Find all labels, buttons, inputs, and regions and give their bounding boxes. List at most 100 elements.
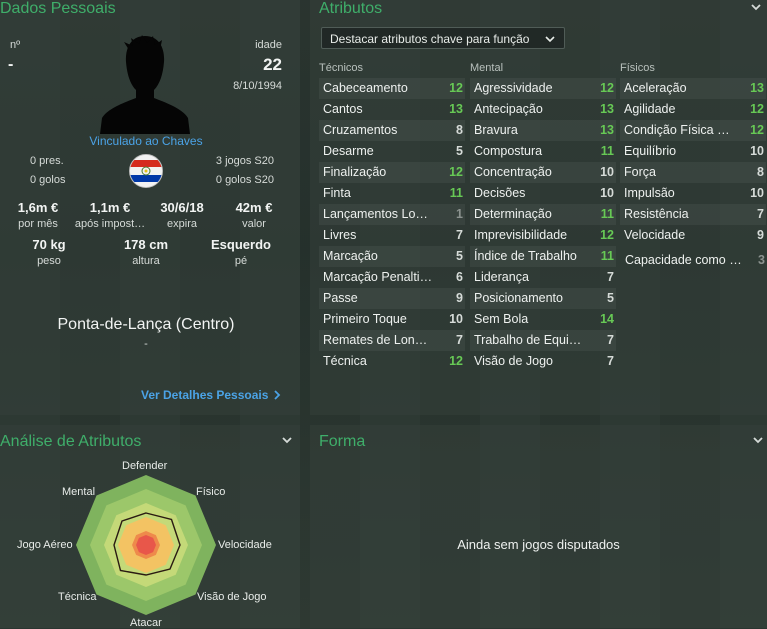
attr-name: Cantos	[323, 102, 363, 116]
release-value: 1,1m €	[89, 200, 131, 215]
attribute-row[interactable]: Cruzamentos 8	[319, 120, 465, 141]
attr-name: Finta	[323, 186, 351, 200]
attr-name: Cabeceamento	[323, 81, 408, 95]
attribute-row[interactable]: Desarme 5	[319, 141, 465, 162]
collapse-button[interactable]	[749, 0, 763, 14]
dropdown-label: Destacar atributos chave para função	[330, 32, 530, 46]
attr-name: Sem Bola	[474, 312, 529, 326]
attr-name: Resistência	[624, 207, 689, 221]
attribute-row[interactable]: Liderança 7	[470, 267, 616, 288]
attribute-row[interactable]: Trabalho de Equi… 7	[470, 330, 616, 351]
attr-name: Bravura	[474, 123, 518, 137]
attr-value: 7	[456, 228, 463, 242]
attribute-row[interactable]: Agilidade 12	[620, 99, 766, 120]
chevron-down-icon	[545, 36, 555, 43]
attribute-row[interactable]: Força 8	[620, 162, 766, 183]
highlight-role-dropdown[interactable]: Destacar atributos chave para função	[321, 27, 565, 49]
attribute-row[interactable]: Visão de Jogo 7	[470, 351, 616, 372]
attribute-row[interactable]: Posicionamento 5	[470, 288, 616, 309]
attribute-row[interactable]: Técnica 12	[319, 351, 465, 372]
chevron-down-icon	[751, 4, 761, 11]
attr-value: 13	[750, 81, 764, 95]
attribute-row[interactable]: Decisões 10	[470, 183, 616, 204]
form-panel: Forma Ainda sem jogos disputados	[310, 425, 767, 628]
attribute-row[interactable]: Impulsão 10	[620, 183, 766, 204]
attribute-row[interactable]: Resistência 7	[620, 204, 766, 225]
contract-club-link[interactable]: Vinculado ao Chaves	[0, 134, 292, 148]
fisicos-header: Físicos	[620, 62, 655, 74]
panel-title: Atributos	[319, 0, 383, 17]
youth-goals: 0 golos S20	[215, 174, 274, 186]
height-label: altura	[132, 255, 160, 267]
attr-name: Compostura	[474, 144, 543, 158]
attribute-row[interactable]: Compostura 11	[470, 141, 616, 162]
attribute-row[interactable]: Remates de Lon… 7	[319, 330, 465, 351]
attr-name: Concentração	[474, 165, 552, 179]
attribute-row[interactable]: Livres 7	[319, 225, 465, 246]
attr-name: Antecipação	[474, 102, 543, 116]
attr-name: Imprevisibilidade	[474, 228, 568, 242]
attr-name: Posicionamento	[474, 291, 563, 305]
attribute-row[interactable]: Condição Física … 12	[620, 120, 766, 141]
age-value: 22	[263, 55, 282, 74]
attribute-row[interactable]: Finta 11	[319, 183, 465, 204]
attr-name: Capacidade como …	[625, 253, 742, 267]
attr-value: 7	[607, 270, 614, 284]
attribute-row[interactable]: Cabeceamento 12	[319, 78, 465, 99]
attr-value: 8	[757, 165, 764, 179]
attr-value: 13	[600, 123, 614, 137]
attr-value: 7	[607, 333, 614, 347]
attribute-row[interactable]: Aceleração 13	[620, 78, 766, 99]
attr-name: Visão de Jogo	[474, 354, 553, 368]
panel-title: Forma	[319, 433, 366, 450]
attr-value: 12	[750, 123, 764, 137]
attr-name: Aceleração	[624, 81, 687, 95]
number-label: nº	[10, 39, 21, 51]
attribute-row[interactable]: Bravura 13	[470, 120, 616, 141]
attribute-row[interactable]: Antecipação 13	[470, 99, 616, 120]
attribute-row[interactable]: Determinação 11	[470, 204, 616, 225]
attribute-row[interactable]: Passe 9	[319, 288, 465, 309]
attr-value: 5	[607, 291, 614, 305]
attr-name: Lançamentos Lo…	[323, 207, 428, 221]
personal-panel: Dados Pessoais nº - idade 22 8/10/1994 V…	[0, 0, 300, 415]
attr-value: 9	[757, 228, 764, 242]
appearances: 0 pres.	[30, 155, 64, 167]
attribute-row[interactable]: Lançamentos Lo… 1	[319, 204, 465, 225]
details-link[interactable]: Ver Detalhes Pessoais	[141, 386, 281, 404]
number-value: -	[8, 56, 14, 73]
collapse-button[interactable]	[751, 433, 765, 447]
attribute-row[interactable]: Concentração 10	[470, 162, 616, 183]
attribute-row[interactable]: Velocidade 9	[620, 225, 766, 246]
attr-name: Condição Física …	[624, 123, 730, 137]
attr-value: 12	[449, 165, 463, 179]
attr-value: 9	[456, 291, 463, 305]
form-empty-message: Ainda sem jogos disputados	[457, 537, 620, 552]
attr-value: 7	[456, 333, 463, 347]
market-label: valor	[242, 218, 266, 230]
age-label: idade	[255, 39, 282, 51]
attribute-row[interactable]: Agressividade 12	[470, 78, 616, 99]
attribute-row[interactable]: Finalização 12	[319, 162, 465, 183]
expiry-value: 30/6/18	[160, 200, 204, 215]
attribute-row[interactable]: Primeiro Toque 10	[319, 309, 465, 330]
attribute-row[interactable]: Imprevisibilidade 12	[470, 225, 616, 246]
birth-date: 8/10/1994	[233, 80, 282, 92]
attr-value: 12	[449, 354, 463, 368]
attr-name: Cruzamentos	[323, 123, 398, 137]
attr-value: 14	[600, 312, 614, 326]
role-ability-row[interactable]: Capacidade como … 3	[621, 250, 767, 271]
attr-value: 11	[449, 186, 463, 200]
attribute-row[interactable]: Equilíbrio 10	[620, 141, 766, 162]
panel-title: Dados Pessoais	[0, 0, 116, 17]
attr-name: Marcação Penalti…	[323, 270, 433, 284]
attribute-row[interactable]: Marcação 5	[319, 246, 465, 267]
goals: 0 golos	[30, 174, 66, 186]
attribute-row[interactable]: Marcação Penalti… 6	[319, 267, 465, 288]
attribute-row[interactable]: Cantos 13	[319, 99, 465, 120]
radar-label-visao: Visão de Jogo	[197, 591, 267, 603]
attribute-row[interactable]: Índice de Trabalho 11	[470, 246, 616, 267]
youth-games: 3 jogos S20	[215, 155, 274, 167]
attr-value: 1	[456, 207, 463, 221]
attribute-row[interactable]: Sem Bola 14	[470, 309, 616, 330]
